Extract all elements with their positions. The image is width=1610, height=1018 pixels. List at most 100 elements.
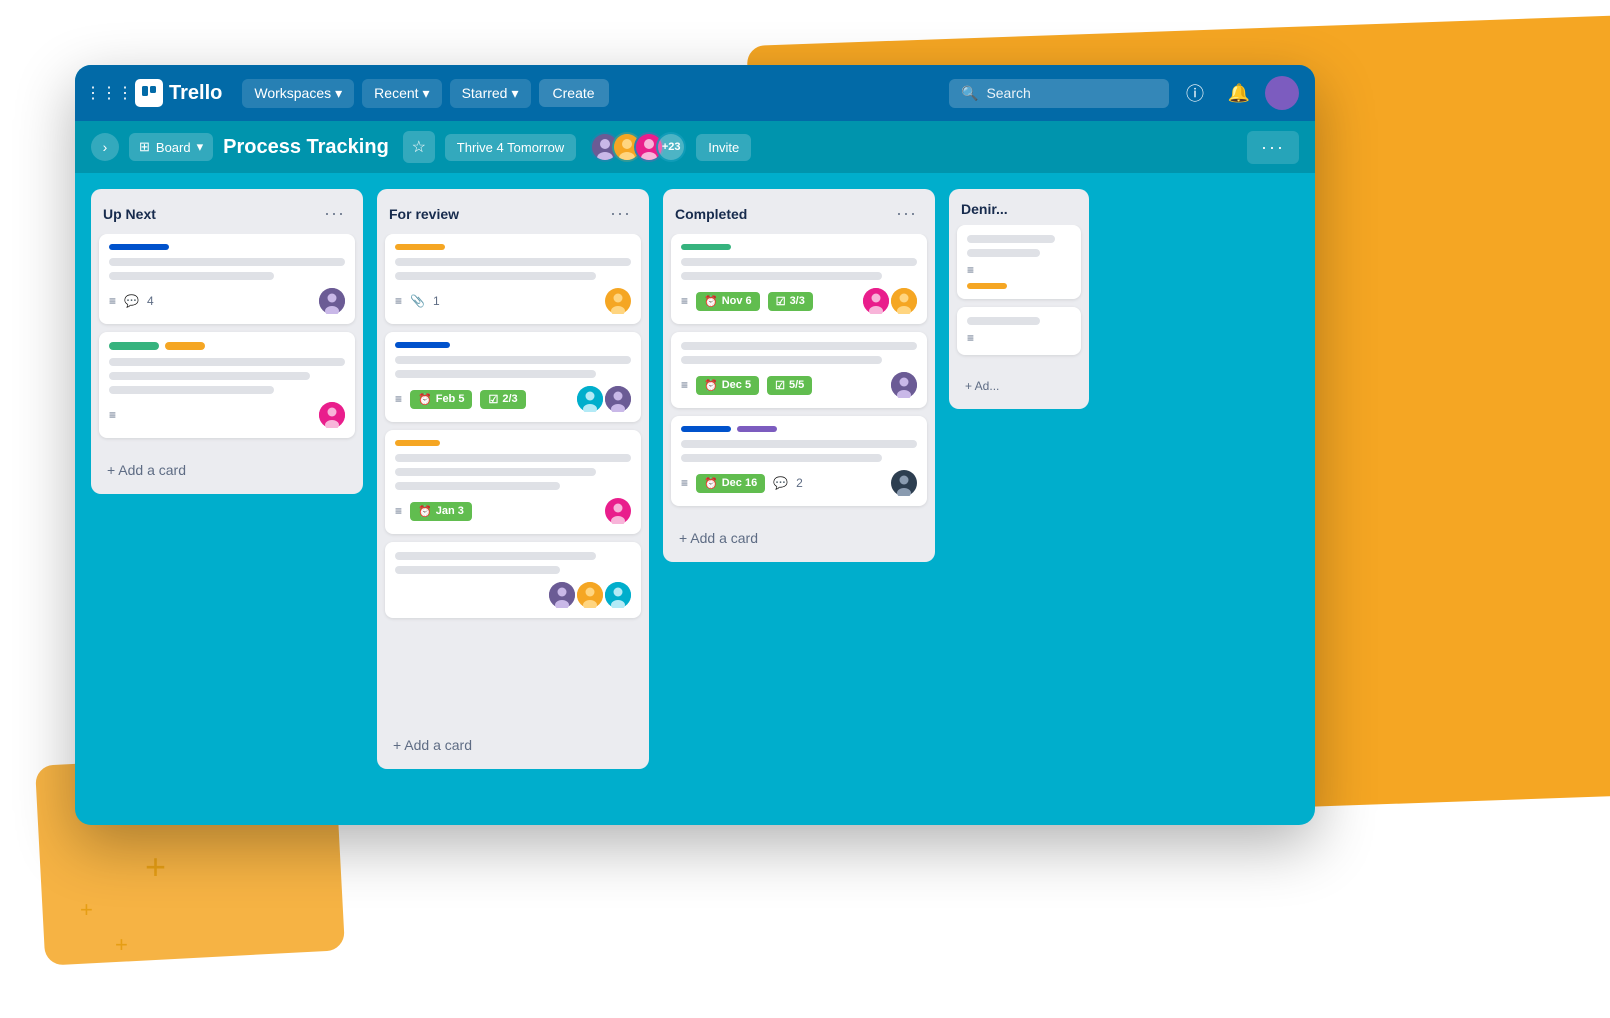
list-cards-completed: ≡ ⏰ Nov 6 ☑ 3/3 <box>663 234 935 514</box>
card-10-list-icon: ≡ <box>967 263 974 277</box>
card-5-bar <box>395 440 440 446</box>
card-6-line-1 <box>395 552 596 560</box>
card-5[interactable]: ≡ ⏰ Jan 3 <box>385 430 641 534</box>
grid-menu-button[interactable]: ⋮⋮⋮ <box>91 75 127 111</box>
deco-plus-3: + <box>115 932 128 958</box>
card-1[interactable]: ≡ 💬 4 <box>99 234 355 324</box>
card-5-line-1 <box>395 454 631 462</box>
more-options-button[interactable]: ··· <box>1247 131 1299 164</box>
star-button[interactable]: ☆ <box>403 131 435 163</box>
create-button[interactable]: Create <box>539 79 609 107</box>
deco-plus-2: + <box>80 897 93 923</box>
card-9-footer: ≡ ⏰ Dec 16 💬 2 <box>681 470 917 496</box>
card-6-avatar-2 <box>577 582 603 608</box>
add-card-button-denied[interactable]: + Ad... <box>957 371 1081 401</box>
card-4-meta: ≡ ⏰ Feb 5 ☑ 2/3 <box>395 390 526 409</box>
member-avatar-more[interactable]: +23 <box>656 132 686 162</box>
card-5-list-icon: ≡ <box>395 504 402 518</box>
card-4[interactable]: ≡ ⏰ Feb 5 ☑ 2/3 <box>385 332 641 422</box>
info-button[interactable]: ⓘ <box>1177 75 1213 111</box>
list-title-for-review: For review <box>389 206 459 222</box>
card-8-avatar <box>891 372 917 398</box>
workspaces-button[interactable]: Workspaces ▾ <box>242 79 354 108</box>
card-10-meta: ≡ <box>967 263 1071 277</box>
card-7-line-1 <box>681 258 917 266</box>
card-3[interactable]: ≡ 📎 1 <box>385 234 641 324</box>
list-title-up-next: Up Next <box>103 206 156 222</box>
card-1-line-2 <box>109 272 274 280</box>
list-footer-for-review: + Add a card <box>377 721 649 769</box>
card-5-line-2 <box>395 468 596 476</box>
main-window: ⋮⋮⋮ Trello Workspaces ▾ Recent ▾ Starred… <box>75 65 1315 825</box>
board-view-button[interactable]: ⊞ Board ▾ <box>129 133 213 161</box>
card-2-footer: ≡ <box>109 402 345 428</box>
card-9-line-2 <box>681 454 882 462</box>
card-9-date-badge: ⏰ Dec 16 <box>696 474 765 493</box>
card-1-comment-count: 4 <box>147 294 154 308</box>
navbar: ⋮⋮⋮ Trello Workspaces ▾ Recent ▾ Starred… <box>75 65 1315 121</box>
card-5-avatar <box>605 498 631 524</box>
card-4-check-badge: ☑ 2/3 <box>480 390 525 409</box>
card-8-line-2 <box>681 356 882 364</box>
card-10[interactable]: ≡ <box>957 225 1081 299</box>
list-menu-button-up-next[interactable]: ··· <box>318 201 351 226</box>
card-2-line-1 <box>109 358 345 366</box>
card-9-list-icon: ≡ <box>681 476 688 490</box>
card-9[interactable]: ≡ ⏰ Dec 16 💬 2 <box>671 416 927 506</box>
card-8-line-1 <box>681 342 917 350</box>
card-4-avatars <box>577 386 631 412</box>
card-2-line-3 <box>109 386 274 394</box>
card-8-footer: ≡ ⏰ Dec 5 ☑ 5/5 <box>681 372 917 398</box>
card-2-avatar <box>319 402 345 428</box>
card-7-line-2 <box>681 272 882 280</box>
card-9-comment-count: 2 <box>796 476 803 490</box>
card-6-avatars <box>549 582 631 608</box>
add-card-button-for-review[interactable]: + Add a card <box>385 729 641 761</box>
card-11-list-icon: ≡ <box>967 331 974 345</box>
card-8-check-badge: ☑ 5/5 <box>767 376 812 395</box>
list-up-next: Up Next ··· ≡ 💬 4 <box>91 189 363 494</box>
chevron-down-icon-4: ▾ <box>197 139 204 155</box>
card-2-tag-orange <box>165 342 205 350</box>
card-11[interactable]: ≡ <box>957 307 1081 355</box>
card-5-date-badge: ⏰ Jan 3 <box>410 502 472 521</box>
invite-button[interactable]: Invite <box>696 134 751 161</box>
list-denied: Denir... ≡ ≡ <box>949 189 1089 409</box>
card-8-list-icon: ≡ <box>681 378 688 392</box>
card-7[interactable]: ≡ ⏰ Nov 6 ☑ 3/3 <box>671 234 927 324</box>
card-1-line-1 <box>109 258 345 266</box>
board-icon: ⊞ <box>139 139 150 155</box>
card-3-list-icon: ≡ <box>395 294 402 308</box>
list-cards-denied: ≡ ≡ <box>949 225 1089 363</box>
card-7-list-icon: ≡ <box>681 294 688 308</box>
card-1-bar <box>109 244 169 250</box>
card-7-bar <box>681 244 731 250</box>
card-7-avatars <box>863 288 917 314</box>
starred-button[interactable]: Starred ▾ <box>450 79 531 108</box>
recent-button[interactable]: Recent ▾ <box>362 79 441 108</box>
card-1-avatar <box>319 288 345 314</box>
list-title-completed: Completed <box>675 206 747 222</box>
trello-logo-icon <box>135 79 163 107</box>
card-7-avatar-2 <box>891 288 917 314</box>
card-4-avatar-2 <box>605 386 631 412</box>
chevron-down-icon-2: ▾ <box>423 85 430 102</box>
card-2-line-2 <box>109 372 310 380</box>
sidebar-toggle-button[interactable]: › <box>91 133 119 161</box>
notifications-button[interactable]: 🔔 <box>1221 75 1257 111</box>
list-header-up-next: Up Next ··· <box>91 189 363 234</box>
user-avatar[interactable] <box>1265 76 1299 110</box>
card-8[interactable]: ≡ ⏰ Dec 5 ☑ 5/5 <box>671 332 927 408</box>
search-box[interactable]: 🔍 Search <box>949 79 1169 108</box>
list-menu-button-for-review[interactable]: ··· <box>604 201 637 226</box>
add-card-button-up-next[interactable]: + Add a card <box>99 454 355 486</box>
card-6[interactable] <box>385 542 641 618</box>
list-menu-button-completed[interactable]: ··· <box>890 201 923 226</box>
card-2-tag-green <box>109 342 159 350</box>
card-4-avatar-1 <box>577 386 603 412</box>
card-9-bar-purple <box>737 426 777 432</box>
list-footer-completed: + Add a card <box>663 514 935 562</box>
workspace-button[interactable]: Thrive 4 Tomorrow <box>445 134 576 161</box>
add-card-button-completed[interactable]: + Add a card <box>671 522 927 554</box>
card-2[interactable]: ≡ <box>99 332 355 438</box>
